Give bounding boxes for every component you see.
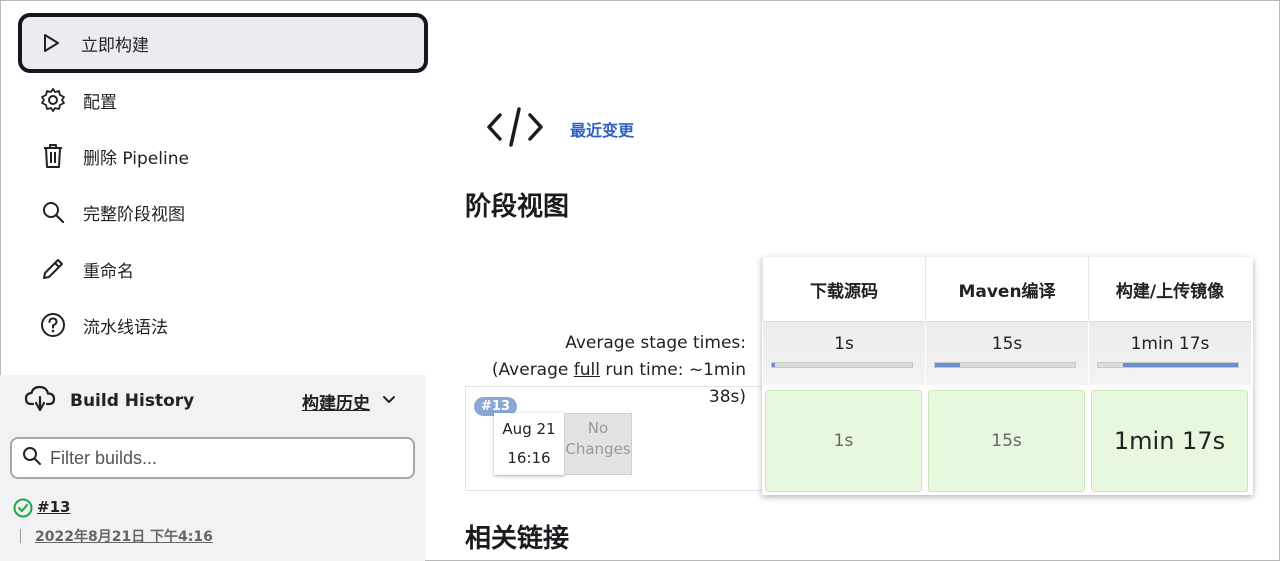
cloud-rain-icon xyxy=(24,384,56,418)
gear-icon xyxy=(40,87,66,113)
sidebar: 立即构建 配置 删除 Pipeline 完整阶段视图 重命名 流水线语法 Bui… xyxy=(0,0,430,561)
search-icon xyxy=(22,446,42,470)
average-prefix: (Average xyxy=(491,360,574,380)
related-links-heading: 相关链接 xyxy=(465,524,570,554)
help-icon xyxy=(40,312,66,338)
full-stage-view-label: 完整阶段视图 xyxy=(83,204,185,225)
filter-builds-input[interactable] xyxy=(50,447,390,469)
stage-header: 下载源码 xyxy=(762,257,925,321)
pipeline-syntax-button[interactable]: 流水线语法 xyxy=(20,297,430,353)
configure-label: 配置 xyxy=(83,92,117,113)
delete-pipeline-button[interactable]: 删除 Pipeline xyxy=(20,128,430,184)
build-history-header: Build History 构建历史 xyxy=(0,375,425,427)
recent-changes-link[interactable]: 最近变更 xyxy=(486,105,634,153)
stage-header: 构建/上传镜像 xyxy=(1088,257,1251,321)
changes-line1: No xyxy=(587,419,609,437)
stage-view-heading: 阶段视图 xyxy=(465,192,570,222)
average-line1: Average stage times: xyxy=(565,333,746,353)
run-date-box: Aug 21 16:16 xyxy=(494,413,564,475)
code-icon xyxy=(486,105,544,153)
build-now-label: 立即构建 xyxy=(81,35,149,56)
stage-average-cell: 1s xyxy=(762,321,925,385)
stage-column: 构建/上传镜像 1min 17s 1min 17s xyxy=(1088,257,1251,495)
stage-average-bar-fill xyxy=(935,363,961,367)
stage-average-value: 1min 17s xyxy=(1130,334,1210,354)
filter-builds-box[interactable] xyxy=(10,437,415,479)
stage-average-bar-fill xyxy=(1123,363,1238,367)
stage-average-value: 1s xyxy=(834,334,854,354)
stage-average-bar xyxy=(1097,362,1239,368)
stage-run-cell[interactable]: 1s xyxy=(765,390,922,492)
stage-average-cell: 15s xyxy=(925,321,1088,385)
pencil-icon xyxy=(40,256,66,282)
build-trend-link[interactable]: 构建历史 xyxy=(302,389,370,414)
stage-column: Maven编译 15s 15s xyxy=(925,257,1088,495)
stage-average-cell: 1min 17s xyxy=(1088,321,1251,385)
build-number-link[interactable]: #13 xyxy=(37,498,70,516)
full-stage-view-button[interactable]: 完整阶段视图 xyxy=(20,184,430,240)
changes-line2: Changes xyxy=(565,440,631,458)
build-history-title: Build History xyxy=(70,391,195,411)
rename-button[interactable]: 重命名 xyxy=(20,241,430,297)
stage-run-cell[interactable]: 15s xyxy=(928,390,1085,492)
play-icon xyxy=(38,30,64,56)
run-time: 16:16 xyxy=(507,449,551,467)
configure-button[interactable]: 配置 xyxy=(20,72,430,128)
build-now-button[interactable]: 立即构建 xyxy=(18,13,428,73)
full-run-link[interactable]: full xyxy=(574,360,600,380)
stage-run-cell[interactable]: 1min 17s xyxy=(1091,390,1248,492)
build-date-link[interactable]: 2022年8月21日 下午4:16 xyxy=(35,526,213,546)
search-icon xyxy=(40,199,66,225)
stage-average-bar-fill xyxy=(772,363,775,367)
stage-average-value: 15s xyxy=(991,334,1023,354)
delete-pipeline-label: 删除 Pipeline xyxy=(83,148,189,169)
filter-builds-container xyxy=(0,427,425,489)
stage-column: 下载源码 1s 1s xyxy=(762,257,925,495)
trash-icon xyxy=(40,143,66,169)
stage-view-table: 下载源码 1s 1s Maven编译 15s 15s 构建/上传镜像 1min … xyxy=(762,257,1253,495)
recent-changes-label: 最近变更 xyxy=(570,121,635,140)
build-list-item: #13 2022年8月21日 下午4:16 xyxy=(0,489,425,561)
run-date: Aug 21 xyxy=(502,420,556,438)
stage-average-bar xyxy=(934,362,1076,368)
run-row: #13 Aug 21 16:16 No Changes xyxy=(465,386,765,491)
success-check-icon xyxy=(13,498,33,522)
stage-average-bar xyxy=(771,362,913,368)
run-changes-box: No Changes xyxy=(564,413,632,475)
pipeline-syntax-label: 流水线语法 xyxy=(83,317,168,338)
stage-header: Maven编译 xyxy=(925,257,1088,321)
rename-label: 重命名 xyxy=(83,261,134,282)
build-divider xyxy=(20,529,21,543)
chevron-down-icon[interactable] xyxy=(381,391,397,411)
